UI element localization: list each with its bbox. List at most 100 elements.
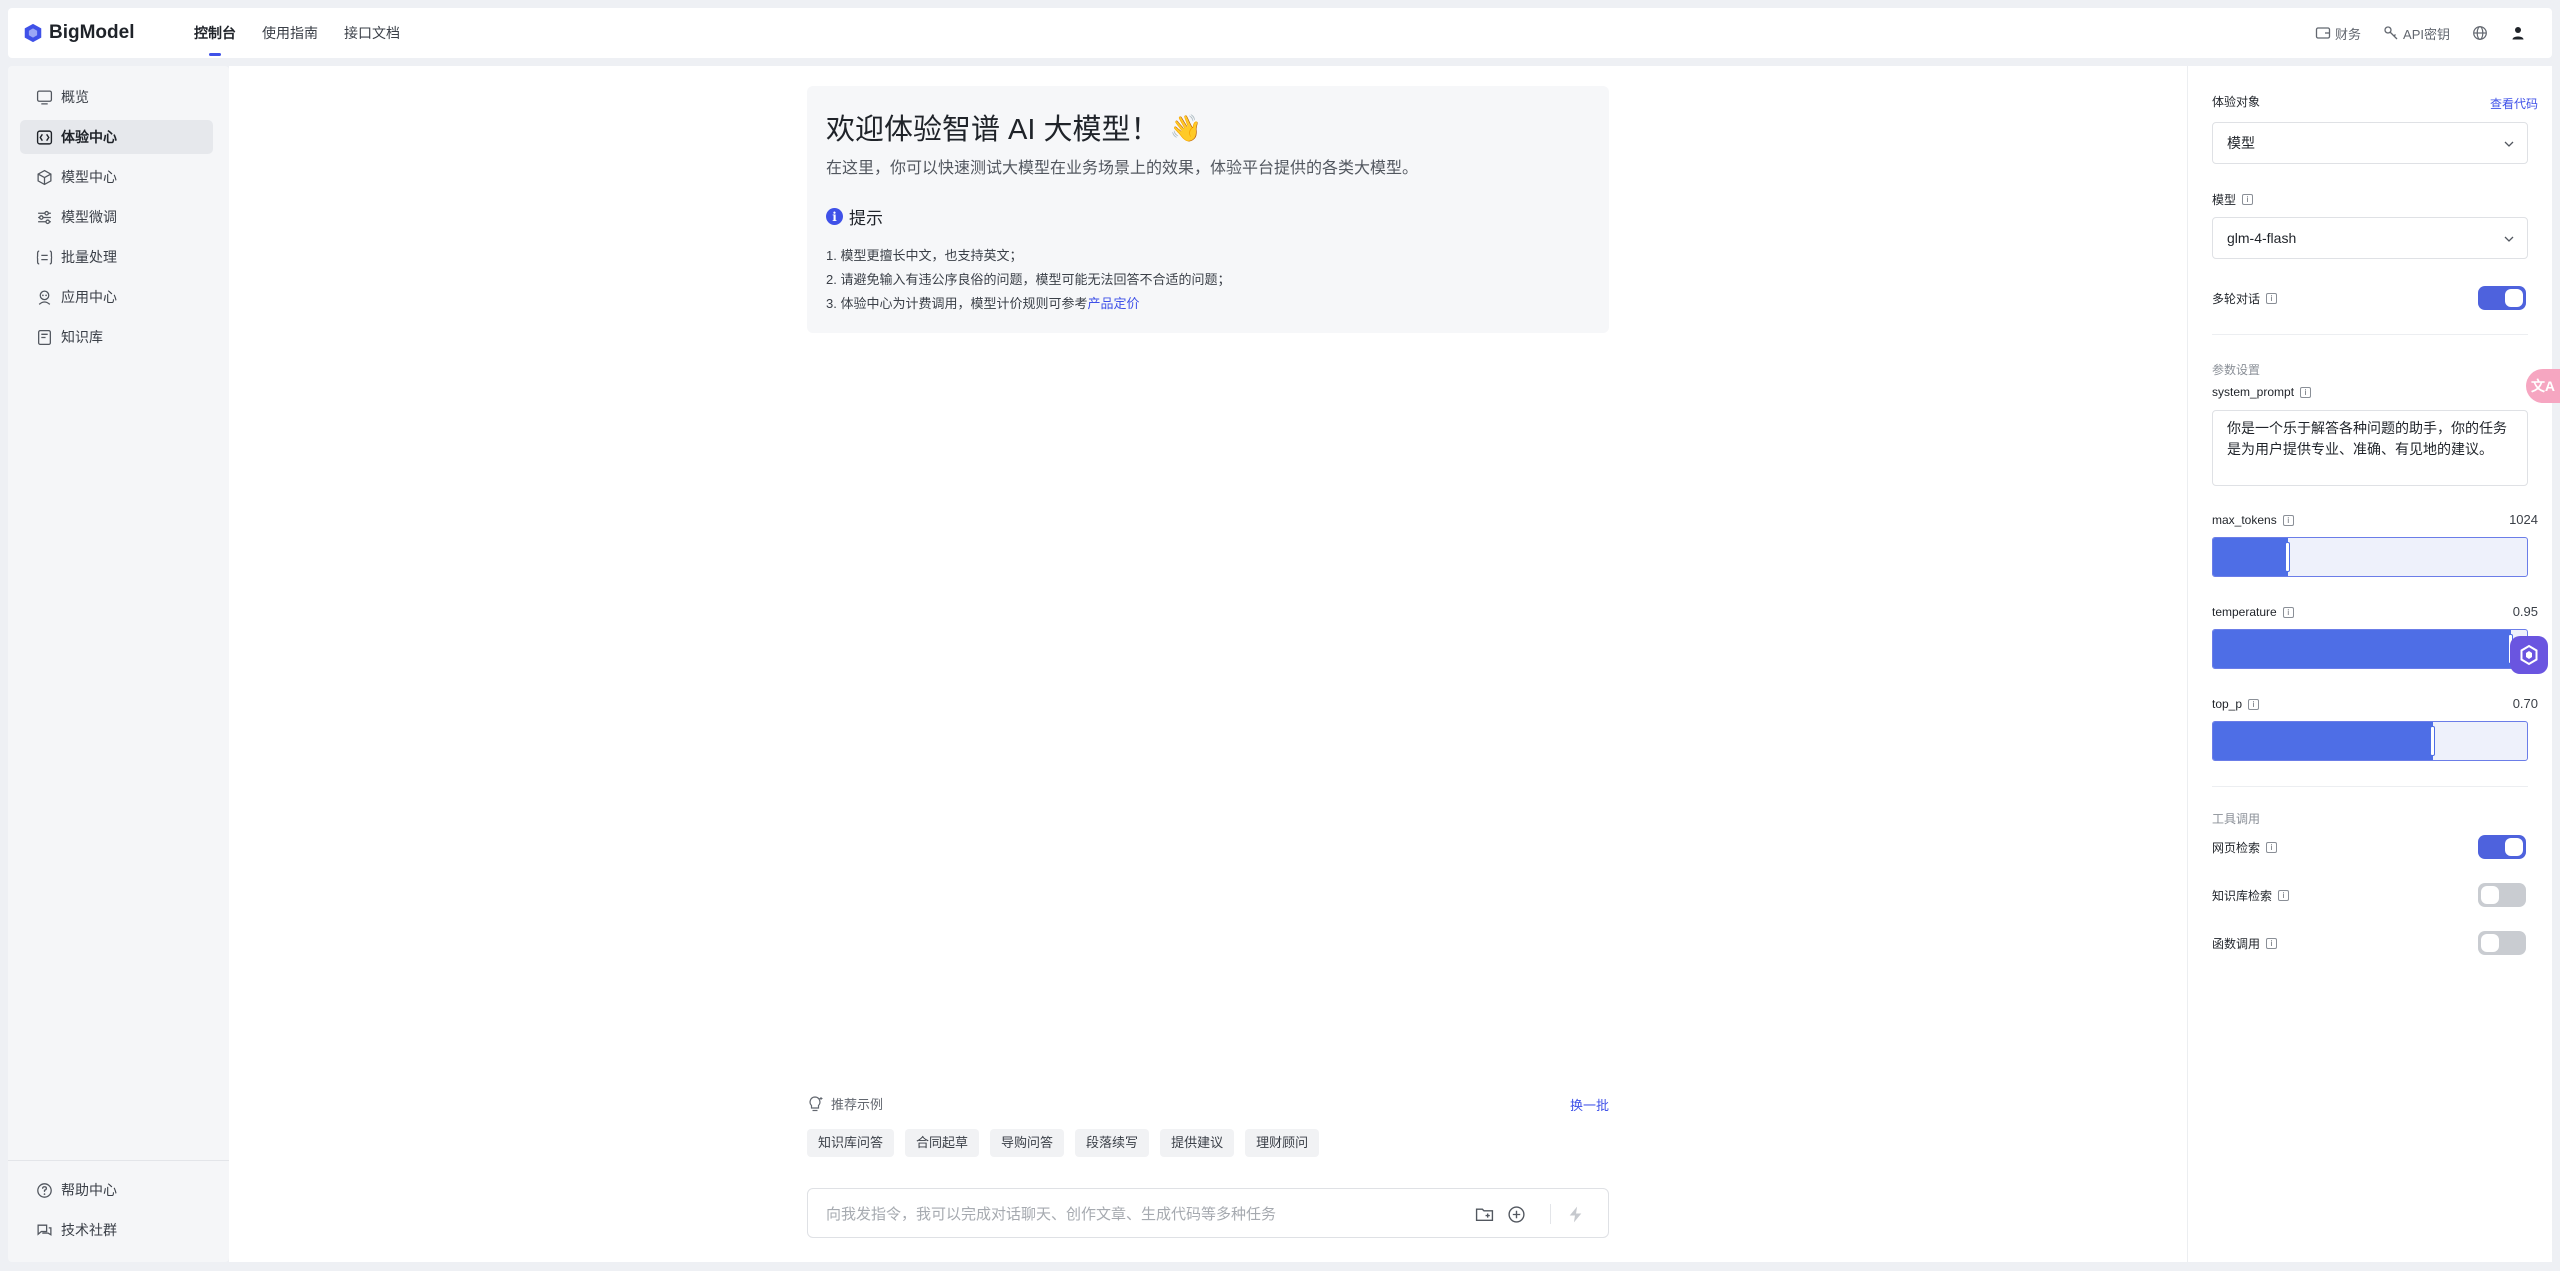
target-select[interactable]: 模型 — [2212, 122, 2528, 164]
tab-console[interactable]: 控制台 — [194, 8, 236, 58]
sliders-icon — [38, 210, 51, 224]
web-search-label-text: 网页检索 — [2212, 841, 2261, 855]
tab-usage-guide[interactable]: 使用指南 — [262, 8, 318, 58]
user-icon — [2512, 27, 2524, 40]
panel-divider — [2212, 786, 2528, 787]
toggle-knob — [2505, 838, 2523, 856]
tips-heading: i 提示 — [826, 204, 883, 229]
plus-circle-icon — [1507, 1205, 1525, 1223]
top-p-label-text: top_p — [2212, 697, 2243, 711]
sidebar-item-label: 体验中心 — [61, 129, 117, 145]
web-search-label: 网页检索 i — [2212, 839, 2278, 856]
top-nav-tabs: 控制台 使用指南 接口文档 — [194, 8, 426, 58]
view-code-link[interactable]: 查看代码 — [2490, 95, 2538, 112]
info-icon: i — [2278, 890, 2290, 901]
example-chip[interactable]: 段落续写 — [1075, 1129, 1150, 1157]
info-icon: i — [2300, 386, 2312, 398]
sidebar-item-help-center[interactable]: 帮助中心 — [20, 1173, 213, 1207]
recommend-label: 推荐示例 — [807, 1094, 883, 1113]
sidebar-item-knowledge-base[interactable]: 知识库 — [20, 320, 213, 354]
welcome-subtitle: 在这里，你可以快速测试大模型在业务场景上的效果，体验平台提供的各类大模型。 — [826, 160, 1419, 177]
system-prompt-textarea[interactable]: 你是一个乐于解答各种问题的助手，你的任务是为用户提供专业、准确、有见地的建议。 — [2212, 410, 2528, 486]
top-p-label: top_p i — [2212, 697, 2260, 711]
chat-input[interactable] — [826, 1203, 1426, 1225]
toggle-knob — [2481, 934, 2499, 952]
example-chip[interactable]: 导购问答 — [990, 1129, 1065, 1157]
kb-search-toggle[interactable] — [2478, 883, 2526, 907]
sidebar-item-label: 模型中心 — [61, 169, 117, 185]
system-prompt-label: system_prompt i — [2212, 385, 2312, 399]
welcome-title-text: 欢迎体验智谱 AI 大模型！ — [826, 114, 1160, 146]
top-navbar: BigModel 控制台 使用指南 接口文档 财务 API密钥 — [8, 8, 2552, 58]
bigmodel-logo-icon — [24, 23, 42, 43]
bigmodel-logo[interactable]: BigModel — [22, 20, 135, 46]
example-chip[interactable]: 理财顾问 — [1245, 1129, 1320, 1157]
main-chat-area: 欢迎体验智谱 AI 大模型！ 👋 在这里，你可以快速测试大模型在业务场景上的效果，… — [229, 66, 2187, 1262]
finance-button[interactable]: 财务 — [2315, 24, 2361, 43]
sidebar-item-app-center[interactable]: 应用中心 — [20, 280, 213, 314]
monitor-icon — [36, 89, 53, 105]
welcome-card: 欢迎体验智谱 AI 大模型！ 👋 在这里，你可以快速测试大模型在业务场景上的效果，… — [807, 86, 1609, 333]
example-chips: 知识库问答 合同起草 导购问答 段落续写 提供建议 理财顾问 — [807, 1129, 1330, 1157]
help-circle-icon — [37, 1182, 52, 1198]
model-label-text: 模型 — [2212, 193, 2237, 207]
sidebar-item-model-center[interactable]: 模型中心 — [20, 160, 213, 194]
folder-upload-icon — [1475, 1208, 1493, 1221]
func-call-toggle[interactable] — [2478, 931, 2526, 955]
experience-icon — [36, 129, 53, 145]
slider-fill — [2213, 722, 2433, 760]
temperature-slider[interactable] — [2212, 629, 2528, 669]
chevron-down-icon — [2504, 236, 2514, 242]
translate-float-button[interactable]: 文A — [2526, 369, 2560, 403]
tip-item: 1. 模型更擅长中文，也支持英文； — [826, 248, 1023, 263]
max-tokens-label-text: max_tokens — [2212, 513, 2277, 527]
settings-panel: 体验对象 查看代码 模型 模型 i glm-4-flash 多轮对话 i 参数设置 … — [2187, 66, 2552, 1262]
send-button[interactable] — [1564, 1203, 1586, 1225]
sidebar-item-fine-tuning[interactable]: 模型微调 — [20, 200, 213, 234]
top-p-slider[interactable] — [2212, 721, 2528, 761]
sidebar-item-batch[interactable]: 批量处理 — [20, 240, 213, 274]
info-icon: i — [2242, 194, 2254, 205]
robot-icon — [38, 289, 51, 305]
chat-input-box — [807, 1188, 1609, 1238]
slider-handle[interactable] — [2285, 542, 2290, 572]
sidebar-item-label: 批量处理 — [61, 249, 117, 265]
panel-divider — [2212, 334, 2528, 335]
web-search-toggle[interactable] — [2478, 835, 2526, 859]
tools-section-title: 工具调用 — [2212, 812, 2261, 826]
add-attachment-button[interactable] — [1505, 1203, 1527, 1225]
info-icon: i — [2266, 293, 2278, 304]
example-chip[interactable]: 合同起草 — [905, 1129, 980, 1157]
top-p-value: 0.70 — [2512, 696, 2538, 711]
tab-api-docs[interactable]: 接口文档 — [344, 8, 400, 58]
refresh-examples-link[interactable]: 换一批 — [1570, 1095, 1609, 1114]
toggle-knob — [2481, 886, 2499, 904]
sidebar-item-tech-community[interactable]: 技术社群 — [20, 1213, 213, 1247]
sidebar-divider — [8, 1160, 229, 1161]
example-chip[interactable]: 提供建议 — [1160, 1129, 1235, 1157]
pricing-link[interactable]: 产品定价 — [1087, 296, 1139, 311]
multi-turn-toggle[interactable] — [2478, 286, 2526, 310]
user-avatar-button[interactable] — [2510, 25, 2526, 41]
top-right-actions: 财务 API密钥 — [2293, 8, 2526, 58]
kb-search-label: 知识库检索 i — [2212, 887, 2290, 904]
params-section-title: 参数设置 — [2212, 363, 2261, 377]
language-button[interactable] — [2472, 25, 2488, 41]
assistant-float-button[interactable] — [2510, 636, 2548, 674]
multi-turn-label: 多轮对话 i — [2212, 290, 2278, 307]
upload-folder-button[interactable] — [1473, 1203, 1495, 1225]
tip-item-text: 3. 体验中心为计费调用，模型计价规则可参考 — [826, 296, 1088, 311]
max-tokens-slider[interactable] — [2212, 537, 2528, 577]
sidebar-item-experience-center[interactable]: 体验中心 — [20, 120, 213, 154]
sidebar-item-overview[interactable]: 概览 — [20, 80, 213, 114]
api-key-button[interactable]: API密钥 — [2383, 24, 2450, 43]
info-icon: i — [826, 208, 843, 225]
model-select[interactable]: glm-4-flash — [2212, 217, 2528, 259]
lightning-icon — [1569, 1206, 1581, 1222]
slider-fill — [2213, 538, 2288, 576]
slider-handle[interactable] — [2430, 726, 2435, 756]
recommend-header: 推荐示例 换一批 — [807, 1094, 1609, 1114]
example-chip[interactable]: 知识库问答 — [807, 1129, 895, 1157]
max-tokens-label: max_tokens i — [2212, 513, 2294, 527]
temperature-value: 0.95 — [2512, 604, 2538, 619]
